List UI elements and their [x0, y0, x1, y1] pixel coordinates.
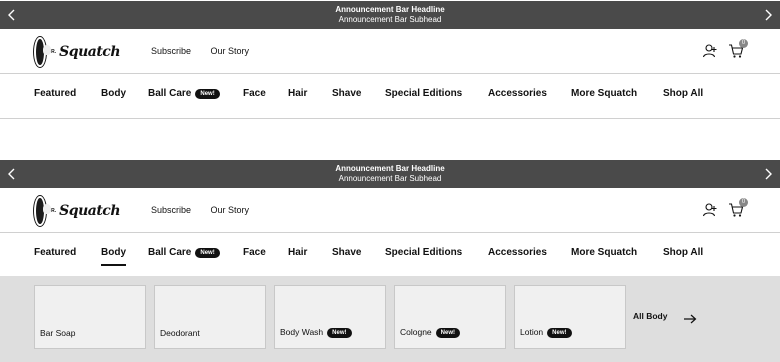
nav-item-featured[interactable]: Featured: [34, 247, 76, 258]
announcement-headline: Announcement Bar Headline: [335, 164, 445, 173]
nav-item-ball-care[interactable]: Ball Care New!: [148, 247, 220, 258]
cart-icon[interactable]: 0: [728, 39, 748, 59]
announcement-subhead: Announcement Bar Subhead: [338, 15, 442, 24]
nav-label: Body: [101, 247, 126, 258]
announcement-prev-button[interactable]: [0, 160, 24, 188]
nav-label: Ball Care: [148, 88, 192, 99]
arrow-right-icon[interactable]: [683, 311, 697, 329]
new-badge: New!: [327, 328, 352, 338]
nav-item-shop-all[interactable]: Shop All: [663, 247, 703, 258]
header-state-default: Announcement Bar Headline Announcement B…: [0, 1, 780, 119]
nav-item-featured[interactable]: Featured: [34, 88, 76, 99]
account-icon[interactable]: [702, 43, 718, 59]
nav-label: More Squatch: [571, 247, 638, 258]
new-badge: New!: [435, 328, 461, 338]
nav-label: Hair: [288, 88, 308, 99]
nav-label: Shave: [332, 88, 362, 99]
nav-label: Shop All: [663, 247, 704, 258]
nav-label: Shop All: [663, 88, 704, 99]
chevron-left-icon: [8, 9, 15, 21]
announcement-next-button[interactable]: [756, 1, 780, 29]
new-badge: New!: [195, 89, 220, 99]
nav-item-shop-all[interactable]: Shop All: [663, 88, 703, 99]
nav-label: Featured: [34, 88, 77, 99]
nav-item-hair[interactable]: Hair: [288, 88, 307, 99]
chevron-right-icon: [765, 168, 772, 180]
nav-item-body[interactable]: Body: [101, 247, 126, 266]
squatch-badge-icon: [34, 196, 51, 226]
nav-item-face[interactable]: Face: [243, 88, 266, 99]
new-badge: New!: [547, 328, 572, 338]
brand-logo[interactable]: DR. Squatch: [34, 37, 120, 67]
site-header: DR. Squatch Subscribe Our Story 0: [0, 29, 780, 74]
nav-label: Accessories: [488, 247, 547, 258]
announcement-prev-button[interactable]: [0, 1, 24, 29]
announcement-bar: Announcement Bar Headline Announcement B…: [0, 1, 780, 29]
card-label: Cologne New!: [400, 327, 461, 338]
nav-label: Shave: [332, 247, 362, 258]
cart-icon[interactable]: 0: [728, 198, 748, 218]
nav-label: Accessories: [488, 88, 547, 99]
chevron-right-icon: [765, 9, 772, 21]
announcement-headline: Announcement Bar Headline: [335, 5, 445, 14]
card-label-text: Cologne: [400, 327, 432, 337]
nav-label: Ball Care: [148, 247, 192, 258]
nav-item-shave[interactable]: Shave: [332, 247, 361, 258]
nav-label: Special Editions: [385, 88, 463, 99]
cart-count-badge: 0: [739, 198, 748, 207]
nav-label: More Squatch: [571, 88, 638, 99]
card-label-text: Bar Soap: [40, 328, 76, 338]
nav-item-more-squatch[interactable]: More Squatch: [571, 247, 637, 258]
card-label: Body Wash New!: [280, 327, 352, 338]
nav-label: Face: [243, 247, 266, 258]
card-label-text: Deodorant: [160, 328, 200, 338]
category-card-lotion[interactable]: Lotion New!: [514, 285, 626, 349]
account-icon[interactable]: [702, 202, 718, 218]
main-nav: Featured Body Ball Care New! Face Hair Sh…: [0, 233, 780, 278]
cart-count-badge: 0: [739, 39, 748, 48]
nav-label: Special Editions: [385, 247, 463, 258]
squatch-badge-icon: [34, 37, 51, 67]
logo-wordmark: Squatch: [59, 44, 120, 60]
our-story-link[interactable]: Our Story: [211, 46, 250, 56]
brand-logo[interactable]: DR. Squatch: [34, 196, 120, 226]
nav-item-special-editions[interactable]: Special Editions: [385, 88, 462, 99]
nav-item-hair[interactable]: Hair: [288, 247, 307, 258]
category-card-deodorant[interactable]: Deodorant: [154, 285, 266, 349]
body-mega-menu: Bar Soap Deodorant Body Wash New! Cologne…: [0, 276, 780, 362]
card-label: Bar Soap: [40, 328, 75, 338]
card-label-text: Body Wash: [280, 327, 324, 337]
nav-item-body[interactable]: Body: [101, 88, 126, 99]
nav-label: Hair: [288, 247, 308, 258]
nav-item-accessories[interactable]: Accessories: [488, 88, 547, 99]
site-header: DR. Squatch Subscribe Our Story 0: [0, 188, 780, 233]
announcement-next-button[interactable]: [756, 160, 780, 188]
card-label-text: Lotion: [520, 327, 544, 337]
card-label: Deodorant: [160, 328, 200, 338]
category-card-body-wash[interactable]: Body Wash New!: [274, 285, 386, 349]
nav-label: Face: [243, 88, 266, 99]
nav-item-shave[interactable]: Shave: [332, 88, 361, 99]
nav-item-ball-care[interactable]: Ball Care New!: [148, 88, 220, 99]
new-badge: New!: [195, 248, 220, 258]
subscribe-link[interactable]: Subscribe: [151, 205, 191, 215]
category-card-bar-soap[interactable]: Bar Soap: [34, 285, 146, 349]
card-label: Lotion New!: [520, 327, 572, 338]
nav-item-face[interactable]: Face: [243, 247, 266, 258]
nav-item-special-editions[interactable]: Special Editions: [385, 247, 462, 258]
announcement-subhead: Announcement Bar Subhead: [338, 174, 442, 183]
logo-wordmark: Squatch: [59, 203, 120, 219]
all-body-link[interactable]: All Body: [633, 311, 667, 321]
our-story-link[interactable]: Our Story: [211, 205, 250, 215]
category-card-cologne[interactable]: Cologne New!: [394, 285, 506, 349]
nav-item-more-squatch[interactable]: More Squatch: [571, 88, 637, 99]
header-state-body-open: Announcement Bar Headline Announcement B…: [0, 160, 780, 362]
nav-item-accessories[interactable]: Accessories: [488, 247, 547, 258]
nav-label: Body: [101, 88, 126, 99]
nav-label: Featured: [34, 247, 77, 258]
chevron-left-icon: [8, 168, 15, 180]
main-nav: Featured Body Ball Care New! Face Hair Sh…: [0, 74, 780, 119]
announcement-bar: Announcement Bar Headline Announcement B…: [0, 160, 780, 188]
subscribe-link[interactable]: Subscribe: [151, 46, 191, 56]
